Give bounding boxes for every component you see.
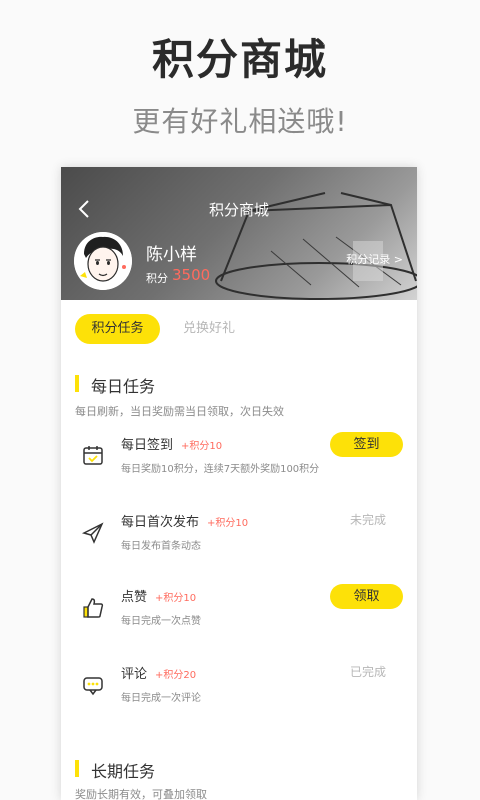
avatar[interactable] <box>74 232 132 290</box>
points-label: 积分 <box>146 272 168 285</box>
hero-subtitle: 更有好礼相送哦! <box>132 105 348 138</box>
avatar-illustration <box>74 232 132 290</box>
tab-points-tasks[interactable]: 积分任务 <box>75 314 160 344</box>
hero-title: 积分商城 <box>151 35 328 84</box>
sign-in-button[interactable]: 签到 <box>330 432 403 457</box>
task-status-incomplete: 未完成 <box>349 513 386 527</box>
user-name: 陈小样 <box>146 245 197 265</box>
thumbs-up-icon <box>83 598 104 618</box>
paper-plane-icon <box>81 522 104 544</box>
task-reward: +积分20 <box>155 670 197 681</box>
daily-section-bar <box>75 375 79 392</box>
phone-screen: 积分商城 陈小样 积分 3500 积分记录 > 积分任务 兑换好礼 每日任务 每… <box>61 167 417 800</box>
header-banner: 积分商城 陈小样 积分 3500 积分记录 > <box>61 167 417 300</box>
long-term-section-title: 长期任务 <box>91 762 156 781</box>
task-reward: +积分10 <box>181 441 223 452</box>
task-like: 点赞 +积分10 每日完成一次点赞 领取 <box>61 584 417 646</box>
task-reward: +积分10 <box>207 518 249 529</box>
task-daily-sign-in: 每日签到 +积分10 每日奖励10积分，连续7天额外奖励100积分 签到 <box>61 432 417 494</box>
promo-page: 积分商城 更有好礼相送哦! 积分商城 陈小样 积分 3500 积分记录 > 积分… <box>0 0 480 800</box>
task-name: 每日首次发布 <box>121 515 200 530</box>
basket-illustration <box>215 192 417 300</box>
points-value: 3500 <box>172 266 211 284</box>
task-description: 每日完成一次评论 <box>121 693 201 704</box>
points-record-link[interactable]: 积分记录 > <box>346 251 403 267</box>
comment-icon <box>83 677 103 696</box>
long-term-section-desc: 奖励长期有效，可叠加领取 <box>75 788 207 800</box>
daily-section-desc: 每日刷新，当日奖励需当日领取，次日失效 <box>75 405 284 418</box>
calendar-check-icon <box>83 446 103 465</box>
task-name: 评论 <box>121 667 148 682</box>
nav-title: 积分商城 <box>208 201 269 219</box>
task-first-post: 每日首次发布 +积分10 每日发布首条动态 未完成 <box>61 509 417 571</box>
long-term-section-bar <box>75 760 79 777</box>
task-description: 每日奖励10积分，连续7天额外奖励100积分 <box>121 464 320 475</box>
task-comment: 评论 +积分20 每日完成一次评论 已完成 <box>61 661 417 723</box>
daily-section-title: 每日任务 <box>91 377 156 396</box>
task-description: 每日完成一次点赞 <box>121 616 201 627</box>
task-reward: +积分10 <box>155 593 197 604</box>
claim-button[interactable]: 领取 <box>330 584 403 609</box>
task-name: 点赞 <box>121 590 148 605</box>
tab-redeem-gifts[interactable]: 兑换好礼 <box>183 314 263 344</box>
task-name: 每日签到 <box>121 438 174 453</box>
task-description: 每日发布首条动态 <box>121 541 201 552</box>
task-status-completed: 已完成 <box>349 665 386 679</box>
